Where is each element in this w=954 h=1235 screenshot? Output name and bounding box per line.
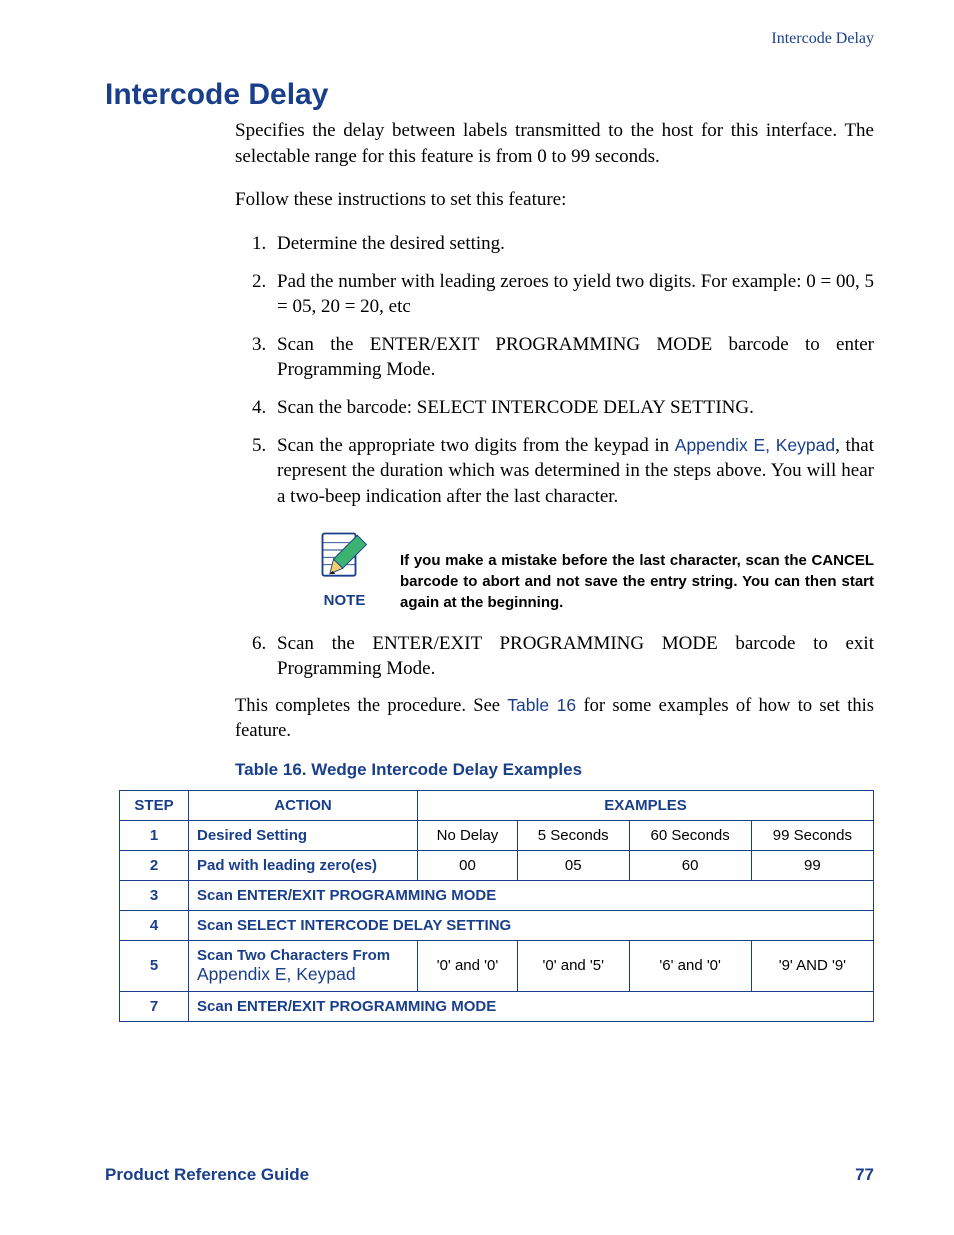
cell-example: 99 Seconds [751,820,873,850]
cell-example: 00 [418,850,518,880]
step-6: Scan the ENTER/EXIT PROGRAMMING MODE bar… [271,631,874,682]
th-step: STEP [120,790,189,820]
table-row: 1 Desired Setting No Delay 5 Seconds 60 … [120,820,874,850]
step-1: Determine the desired setting. [271,231,874,257]
examples-table: STEP ACTION EXAMPLES 1 Desired Setting N… [119,790,874,1022]
table-header-row: STEP ACTION EXAMPLES [120,790,874,820]
cell-example: 60 Seconds [629,820,751,850]
cell-action: Pad with leading zero(es) [189,850,418,880]
step-5-text-a: Scan the appropriate two digits from the… [277,435,675,456]
cell-example: '0' and '0' [418,940,518,991]
cell-example: '9' AND '9' [751,940,873,991]
appendix-link[interactable]: Appendix E, Keypad [197,964,356,984]
cell-example: '6' and '0' [629,940,751,991]
cell-span: Scan SELECT INTERCODE DELAY SETTING [189,910,874,940]
cell-step: 1 [120,820,189,850]
step-4: Scan the barcode: SELECT INTERCODE DELAY… [271,395,874,421]
note-icon-wrap: NOTE [317,528,372,611]
th-action: ACTION [189,790,418,820]
table-row: 4 Scan SELECT INTERCODE DELAY SETTING [120,910,874,940]
cell-step: 2 [120,850,189,880]
cell-span: Scan ENTER/EXIT PROGRAMMING MODE [189,991,874,1021]
table-row: 3 Scan ENTER/EXIT PROGRAMMING MODE [120,880,874,910]
conclusion: This completes the procedure. See Table … [235,694,874,744]
table-row: 2 Pad with leading zero(es) 00 05 60 99 [120,850,874,880]
page: Intercode Delay Intercode Delay Specifie… [0,0,954,1235]
follow-paragraph: Follow these instructions to set this fe… [235,187,874,213]
page-number: 77 [855,1165,874,1185]
cell-span: Scan ENTER/EXIT PROGRAMMING MODE [189,880,874,910]
cell-example: '0' and '5' [517,940,629,991]
footer-title: Product Reference Guide [105,1165,309,1185]
step-5: Scan the appropriate two digits from the… [271,433,874,613]
conclusion-a: This completes the procedure. See [235,696,507,716]
table-row: 5 Scan Two Characters From Appendix E, K… [120,940,874,991]
cell-step: 5 [120,940,189,991]
table-ref-link[interactable]: Table 16 [507,695,576,715]
cell-action: Desired Setting [189,820,418,850]
note-text: If you make a mistake before the last ch… [400,550,874,613]
section-title: Intercode Delay [105,78,874,112]
note-label: NOTE [324,591,366,611]
th-examples: EXAMPLES [418,790,874,820]
cell-example: 5 Seconds [517,820,629,850]
cell-example: 99 [751,850,873,880]
cell-step: 3 [120,880,189,910]
footer: Product Reference Guide 77 [105,1165,874,1185]
step-3: Scan the ENTER/EXIT PROGRAMMING MODE bar… [271,332,874,383]
appendix-link[interactable]: Appendix E, Keypad [675,435,835,455]
instruction-list: Determine the desired setting. Pad the n… [235,231,874,682]
cell-example: 60 [629,850,751,880]
cell-example: No Delay [418,820,518,850]
running-head: Intercode Delay [105,30,874,48]
cell-action-text: Scan Two Characters From [197,947,390,964]
note-block: NOTE If you make a mistake before the la… [317,528,874,613]
table-caption: Table 16. Wedge Intercode Delay Examples [235,760,874,780]
body-column: Specifies the delay between labels trans… [235,118,874,744]
note-icon [317,528,372,583]
cell-step: 4 [120,910,189,940]
intro-paragraph: Specifies the delay between labels trans… [235,118,874,169]
cell-example: 05 [517,850,629,880]
cell-action: Scan Two Characters From Appendix E, Key… [189,940,418,991]
table-row: 7 Scan ENTER/EXIT PROGRAMMING MODE [120,991,874,1021]
step-2: Pad the number with leading zeroes to yi… [271,269,874,320]
cell-step: 7 [120,991,189,1021]
